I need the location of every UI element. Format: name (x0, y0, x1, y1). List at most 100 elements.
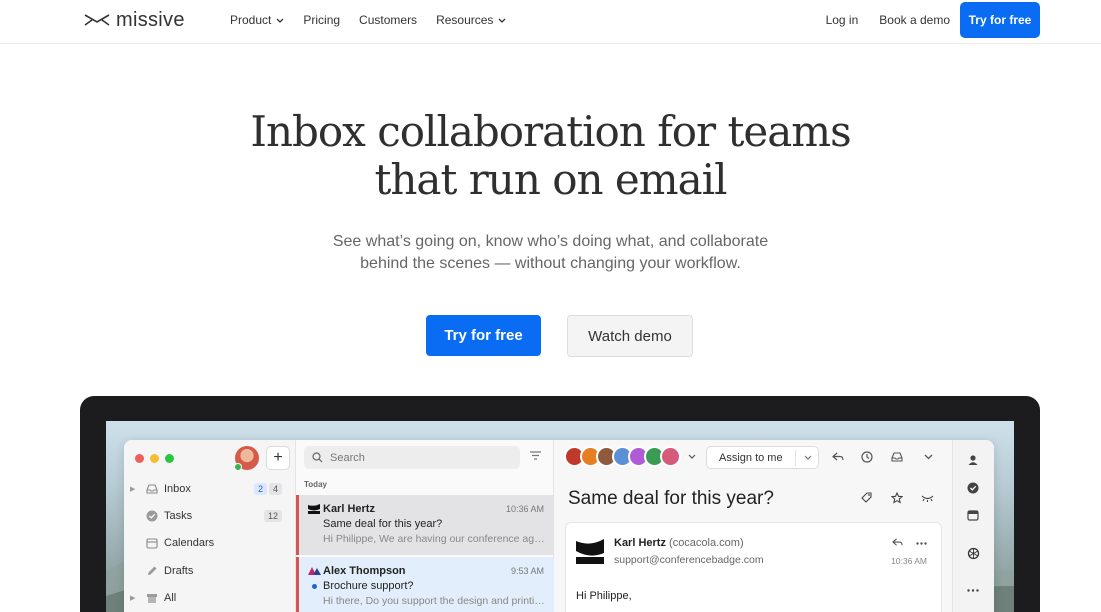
missive-logo[interactable]: missive (84, 9, 185, 31)
book-demo-link[interactable]: Book a demo (879, 13, 950, 27)
chevron-down-icon[interactable] (924, 454, 933, 460)
right-rail (952, 440, 994, 612)
chevron-down-icon[interactable] (804, 455, 812, 460)
conversation-time: 10:36 AM (505, 504, 544, 514)
login-link[interactable]: Log in (826, 13, 859, 27)
conversation-sender: Karl Hertz (323, 503, 375, 515)
reply-icon[interactable] (892, 537, 903, 548)
sidebar-item-all[interactable]: ▶ All (124, 585, 296, 611)
calendar-icon[interactable] (967, 509, 979, 521)
hero-title-line1: Inbox collaboration for teams (250, 107, 851, 156)
app-screenshot: + ▶ Inbox 2 4 Tasks 12 Calendars Drafts … (106, 421, 1014, 612)
close-window-dot[interactable] (135, 454, 144, 463)
section-header-today: Today (304, 480, 327, 489)
message-card: Karl Hertz (cocacola.com) support@confer… (565, 522, 942, 612)
sidebar-item-label: Calendars (164, 537, 215, 549)
conversation-row[interactable]: Karl Hertz 10:36 AM Same deal for this y… (296, 495, 554, 555)
message-time: 10:36 AM (891, 556, 927, 566)
search-icon (312, 452, 323, 463)
hero-subtitle: See what’s going on, know who’s doing wh… (0, 231, 1101, 275)
hero-title: Inbox collaboration for teams that run o… (0, 108, 1101, 204)
contact-icon[interactable] (967, 454, 979, 466)
unread-badge: 2 (253, 483, 267, 495)
filter-icon[interactable] (530, 451, 541, 460)
maximize-window-dot[interactable] (165, 454, 174, 463)
nav-product-label: Product (230, 13, 272, 27)
chevron-down-icon (498, 18, 506, 23)
laptop-mockup: + ▶ Inbox 2 4 Tasks 12 Calendars Drafts … (80, 396, 1040, 612)
sidebar-item-tasks[interactable]: Tasks 12 (124, 503, 296, 529)
sidebar-item-label: Drafts (164, 565, 194, 577)
chevron-down-icon[interactable] (688, 454, 696, 459)
inbox-badges: 2 4 (252, 483, 282, 495)
window-controls (135, 454, 180, 463)
task-check-icon[interactable] (967, 482, 979, 494)
nav-product[interactable]: Product (230, 13, 284, 27)
nav-resources[interactable]: Resources (436, 13, 506, 27)
nav-try-free-button[interactable]: Try for free (960, 2, 1040, 38)
label-tag-icon[interactable] (861, 492, 872, 503)
sender-logo-icon (576, 539, 604, 564)
nav-customers[interactable]: Customers (359, 13, 417, 27)
team-avatars[interactable] (564, 446, 696, 467)
expand-caret-icon[interactable]: ▶ (130, 594, 135, 602)
search-placeholder: Search (330, 451, 365, 464)
sender-address: support@conferencebadge.com (614, 554, 764, 566)
minimize-window-dot[interactable] (150, 454, 159, 463)
watch-demo-button[interactable]: Watch demo (567, 315, 693, 357)
company-logo-icon (308, 504, 320, 514)
tasks-badges: 12 (262, 510, 282, 522)
logo-text: missive (116, 8, 185, 31)
sender-line: Karl Hertz (cocacola.com) (614, 537, 744, 549)
message-body: Hi Philippe, (576, 590, 632, 602)
conversation-sender: Alex Thompson (323, 565, 406, 577)
top-nav: missive Product Pricing Customers Resour… (0, 0, 1101, 44)
clock-icon[interactable] (861, 451, 873, 463)
sidebar-item-drafts[interactable]: Drafts (124, 558, 296, 584)
online-status-dot (234, 463, 242, 471)
task-check-icon (146, 510, 158, 522)
nav-pricing[interactable]: Pricing (303, 13, 340, 27)
missive-app-window: + ▶ Inbox 2 4 Tasks 12 Calendars Drafts … (124, 440, 994, 612)
conversation-row[interactable]: Alex Thompson 9:53 AM Brochure support? … (296, 557, 554, 612)
reading-pane: Assign to me Same deal for this year? Ka… (554, 440, 952, 612)
nav-pricing-label: Pricing (303, 13, 341, 27)
assign-label: Assign to me (719, 451, 783, 464)
sidebar-item-label: All (164, 592, 177, 604)
archive-icon (147, 594, 157, 603)
avatar (660, 446, 681, 467)
sender-name: Karl Hertz (614, 537, 666, 549)
company-logo-icon (308, 567, 321, 575)
assign-to-me-button[interactable]: Assign to me (706, 446, 819, 469)
expand-caret-icon[interactable]: ▶ (130, 485, 135, 493)
conversation-preview: Hi Philippe, We are having our conferenc… (323, 533, 545, 545)
divider (795, 450, 796, 466)
inbox-tray-icon[interactable] (891, 451, 903, 463)
conversation-title: Same deal for this year? (568, 488, 774, 509)
try-free-button[interactable]: Try for free (426, 315, 541, 356)
pencil-icon (148, 566, 157, 575)
unread-dot (312, 584, 317, 589)
hide-eye-icon[interactable] (921, 495, 934, 502)
chevron-down-icon (276, 18, 284, 23)
calendar-icon (146, 538, 158, 549)
compose-button[interactable]: + (266, 446, 290, 470)
reply-icon[interactable] (832, 451, 844, 463)
conversation-list: Search Today Karl Hertz 10:36 AM Same de… (296, 440, 554, 612)
nav-customers-label: Customers (359, 13, 418, 27)
conversation-time: 9:53 AM (510, 566, 544, 576)
conversation-preview: Hi there, Do you support the design and … (323, 595, 545, 607)
openai-icon[interactable] (967, 547, 980, 560)
more-options-icon[interactable] (916, 542, 927, 545)
sidebar-item-inbox[interactable]: ▶ Inbox 2 4 (124, 476, 296, 502)
hero-subtitle-line2: behind the scenes — without changing you… (360, 255, 741, 272)
inbox-icon (146, 484, 158, 494)
search-input[interactable]: Search (304, 446, 520, 469)
sidebar-item-label: Inbox (164, 483, 191, 495)
nav-resources-label: Resources (436, 13, 494, 27)
star-icon[interactable] (891, 492, 903, 504)
sidebar-item-calendars[interactable]: Calendars (124, 530, 296, 556)
count-badge: 4 (268, 483, 282, 495)
more-options-icon[interactable] (967, 589, 979, 592)
conversation-subject: Brochure support? (323, 580, 414, 592)
